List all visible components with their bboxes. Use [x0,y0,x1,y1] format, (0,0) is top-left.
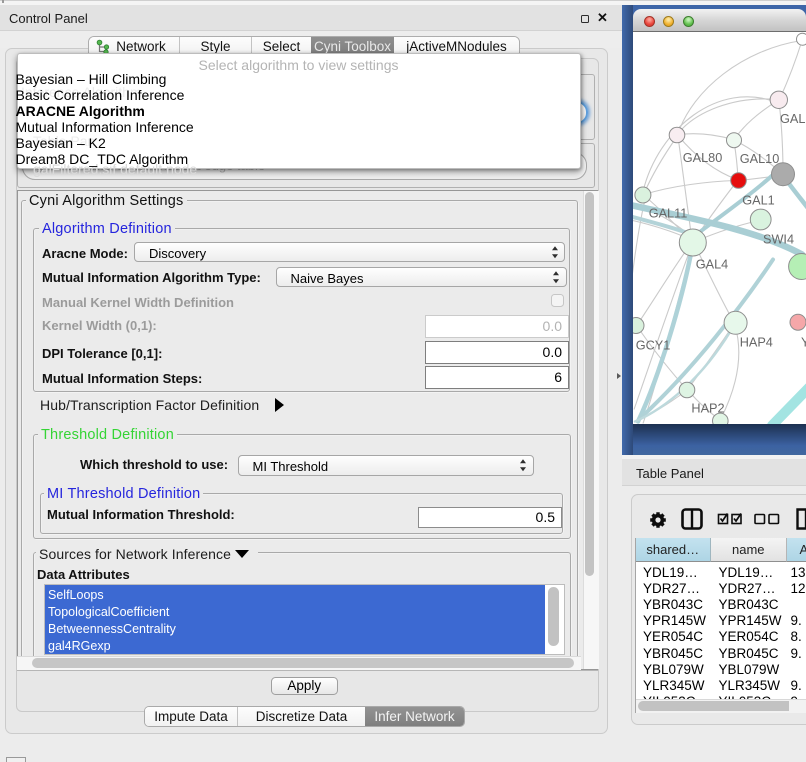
svg-text:GAL80: GAL80 [683,151,723,165]
svg-text:GAL1: GAL1 [742,193,774,207]
svg-text:Y: Y [801,335,806,349]
svg-text:GCY1: GCY1 [636,338,671,352]
svg-text:GAL10: GAL10 [740,152,780,166]
svg-text:SWI4: SWI4 [763,232,794,246]
svg-text:HAP4: HAP4 [740,335,773,349]
svg-text:GAL4: GAL4 [696,257,728,271]
svg-text:HAP2: HAP2 [691,401,724,415]
svg-text:GAL7: GAL7 [780,112,806,126]
svg-text:GAL11: GAL11 [649,206,688,220]
